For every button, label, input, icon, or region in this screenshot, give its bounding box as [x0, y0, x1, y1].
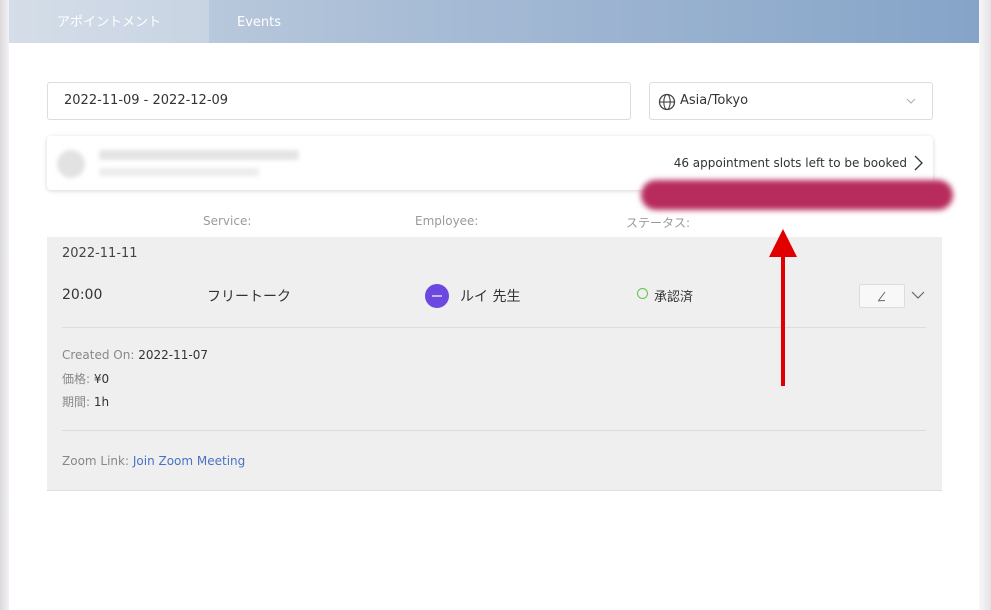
tab-appointments[interactable]: アポイントメント: [9, 0, 209, 43]
column-header-status: ステータス:: [626, 216, 691, 230]
zoom-label: Zoom Link:: [62, 454, 130, 468]
chevron-down-icon: [906, 98, 916, 104]
booking-panel: アポイントメント Events 2022-11-09 - 2022-12-09 …: [9, 0, 979, 610]
price-label: 価格:: [62, 372, 91, 386]
timezone-label: Asia/Tokyo: [680, 93, 749, 108]
price-line: 価格: ¥0: [62, 370, 109, 387]
annotation-arrow-icon: [769, 229, 797, 386]
status-text: 承認済: [654, 290, 694, 305]
expand-chevron-icon[interactable]: [911, 290, 925, 300]
duration-value: 1h: [93, 395, 110, 409]
price-value: ¥0: [93, 372, 110, 386]
created-on-value: 2022-11-07: [138, 348, 208, 362]
tab-events[interactable]: Events: [209, 0, 309, 43]
chevron-right-icon: [914, 155, 923, 171]
blurred-text: [99, 168, 259, 176]
employee-avatar: [425, 284, 449, 308]
employee-name: ルイ 先生: [460, 289, 521, 305]
edit-button[interactable]: [859, 284, 905, 308]
zoom-link[interactable]: Join Zoom Meeting: [133, 454, 245, 468]
appointment-time: 20:00: [62, 287, 103, 303]
blurred-text: [99, 150, 299, 160]
globe-icon: [658, 93, 676, 111]
tab-bar: アポイントメント Events: [9, 0, 979, 43]
column-header-employee: Employee:: [415, 214, 479, 228]
timezone-select[interactable]: Asia/Tokyo: [649, 82, 933, 120]
duration-line: 期間: 1h: [62, 393, 109, 410]
zoom-line: Zoom Link: Join Zoom Meeting: [62, 454, 245, 468]
blurred-avatar: [57, 150, 85, 178]
appointment-row: 2022-11-11 20:00 フリートーク ルイ 先生 承認済 Create…: [47, 237, 942, 491]
redaction-mark: [641, 180, 953, 210]
appointment-date: 2022-11-11: [62, 246, 138, 261]
divider: [62, 430, 926, 431]
created-on-label: Created On:: [62, 348, 135, 362]
created-on-line: Created On: 2022-11-07: [62, 348, 208, 362]
date-range-input[interactable]: 2022-11-09 - 2022-12-09: [47, 82, 631, 120]
right-shadow: [979, 0, 991, 610]
left-shadow: [0, 0, 9, 610]
duration-label: 期間:: [62, 395, 91, 409]
column-header-service: Service:: [203, 214, 252, 228]
appointment-service: フリートーク: [207, 289, 291, 305]
status-circle-icon: [637, 288, 648, 299]
pencil-icon: [877, 291, 886, 302]
